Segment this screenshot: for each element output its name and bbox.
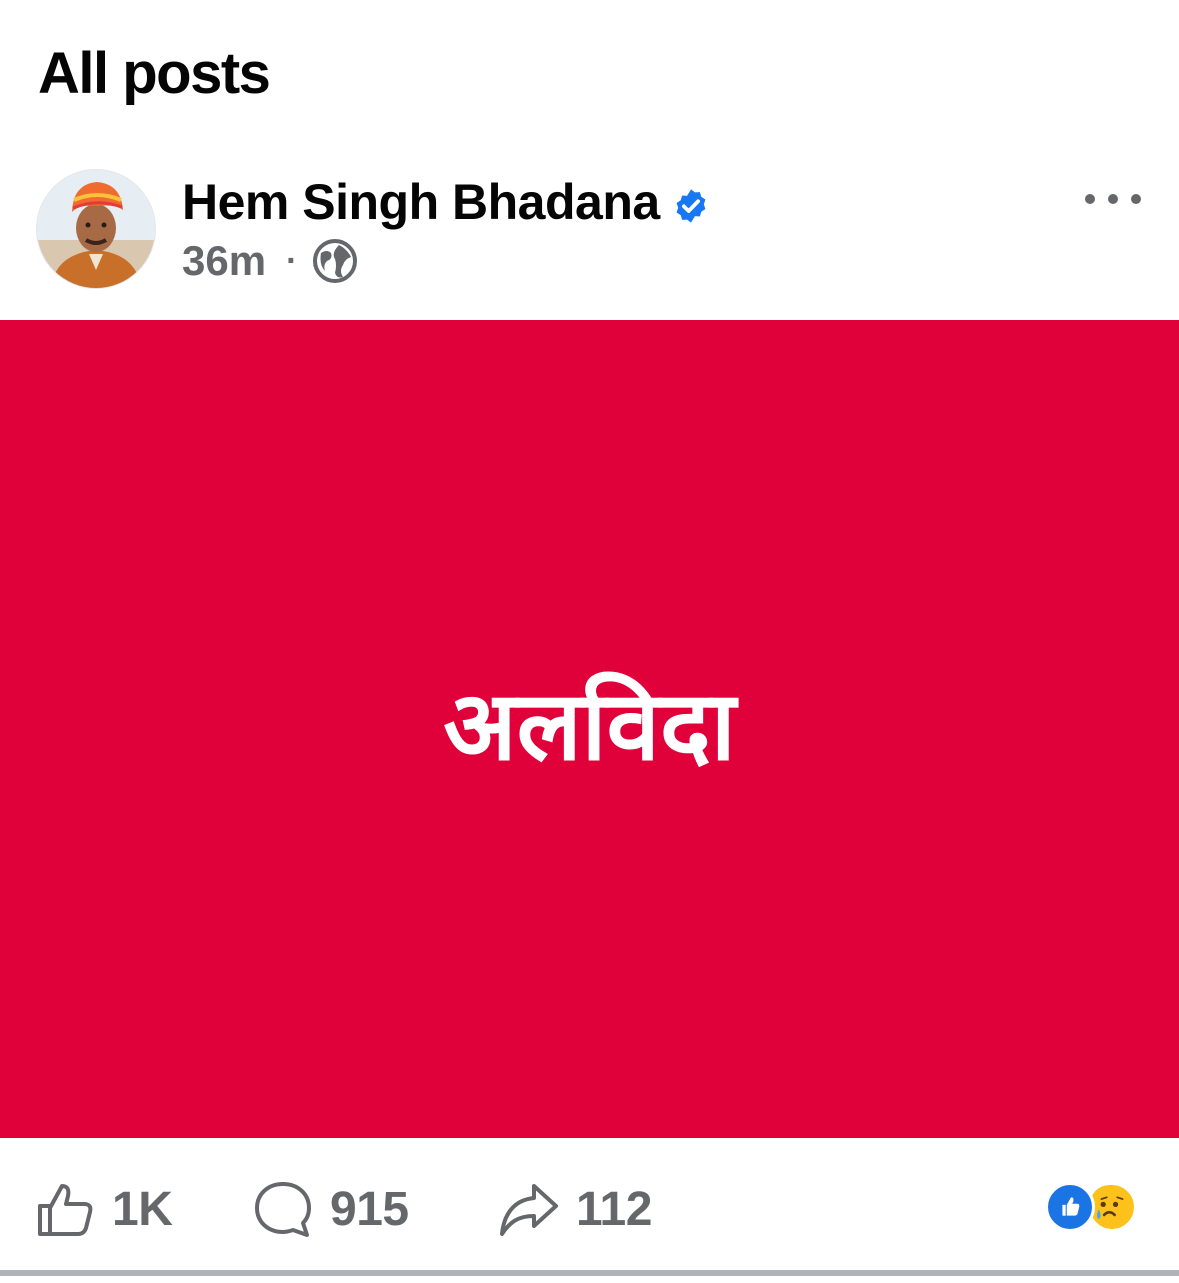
comment-count: 915 [330, 1182, 409, 1236]
globe-icon[interactable] [311, 237, 359, 285]
share-count: 112 [576, 1182, 652, 1236]
like-count: 1K [112, 1182, 173, 1236]
post-divider [0, 1270, 1179, 1276]
post-content-text: अलविदा [443, 669, 736, 782]
more-options-icon[interactable] [1085, 183, 1141, 215]
author-name[interactable]: Hem Singh Bhadana [182, 173, 660, 231]
post-content-image[interactable]: अलविदा [0, 320, 1179, 1138]
comment-button[interactable]: 915 [252, 1178, 409, 1240]
post-action-bar: 1K 915 112 [0, 1160, 1179, 1250]
verified-badge-icon [676, 189, 706, 223]
share-button[interactable]: 112 [498, 1178, 652, 1240]
reaction-summary[interactable] [1045, 1182, 1145, 1234]
author-avatar[interactable] [36, 169, 156, 289]
comment-bubble-icon [255, 1182, 311, 1237]
page-title: All posts [38, 41, 271, 106]
like-reaction-icon [1045, 1182, 1095, 1232]
meta-separator: · [286, 241, 298, 280]
thumbs-up-icon [38, 1184, 93, 1236]
post-header: Hem Singh Bhadana 36m · [0, 165, 1179, 305]
post-meta: 36m · [182, 237, 359, 285]
post-timestamp[interactable]: 36m [182, 237, 266, 285]
like-button[interactable]: 1K [34, 1178, 173, 1240]
author-row: Hem Singh Bhadana [182, 173, 710, 231]
share-arrow-icon [500, 1184, 558, 1236]
